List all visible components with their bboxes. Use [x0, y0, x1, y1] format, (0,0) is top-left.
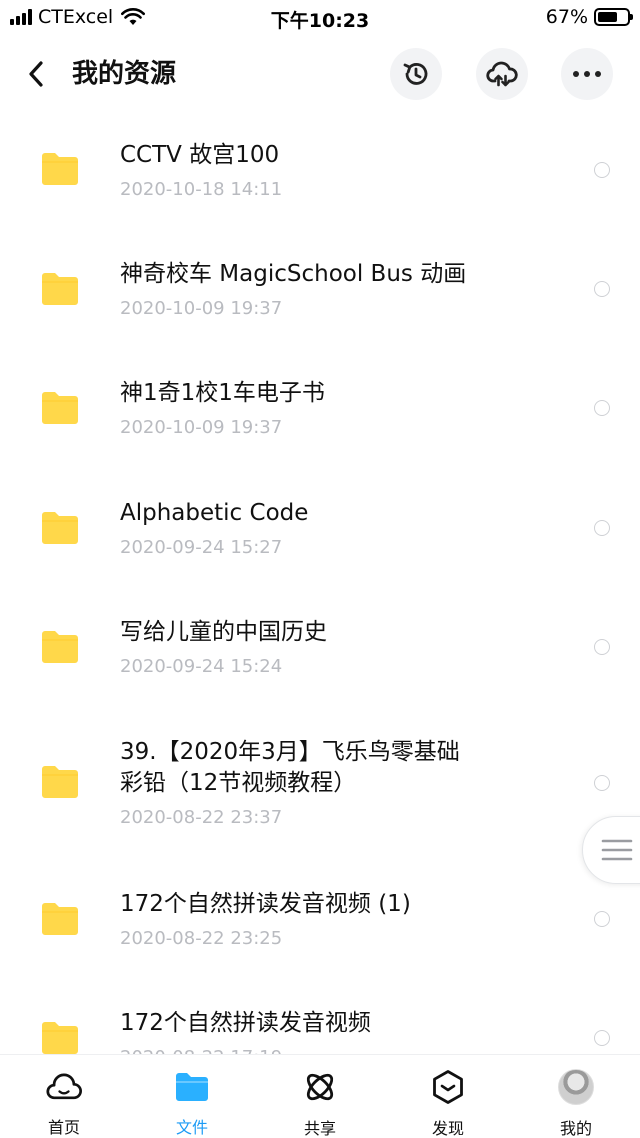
- select-checkbox[interactable]: [594, 911, 610, 927]
- tab-label: 文件: [175, 1118, 208, 1137]
- list-item[interactable]: 神1奇1校1车电子书 2020-10-09 19:37: [0, 351, 640, 469]
- file-date: 2020-09-24 15:27: [120, 537, 283, 558]
- cloud-home-icon: [46, 1069, 82, 1104]
- status-time: 下午10:23: [270, 10, 370, 32]
- avatar: [558, 1069, 594, 1105]
- battery-icon: [594, 8, 633, 26]
- page-title: 我的资源: [72, 59, 177, 89]
- select-checkbox[interactable]: [594, 162, 610, 178]
- more-button[interactable]: [561, 48, 613, 100]
- select-checkbox[interactable]: [594, 281, 610, 297]
- chevron-left-icon: [29, 61, 43, 87]
- file-date: 2020-09-24 15:24: [120, 656, 283, 677]
- folder-icon: [42, 512, 78, 544]
- cloud-upload-icon: [486, 61, 518, 87]
- folder-icon: [42, 273, 78, 305]
- avatar-image: [558, 1069, 594, 1105]
- tab-files[interactable]: 文件: [128, 1055, 256, 1138]
- more-icon: [573, 71, 601, 77]
- folder-icon: [42, 631, 78, 663]
- cloud-transfer-button[interactable]: [476, 48, 528, 100]
- history-button[interactable]: [390, 48, 442, 100]
- discover-icon: [430, 1069, 466, 1105]
- list-item[interactable]: 神奇校车 MagicSchool Bus 动画 2020-10-09 19:37: [0, 232, 640, 350]
- header: 我的资源: [0, 36, 640, 112]
- file-text: 39.【2020年3月】飞乐鸟零基础 彩铅（12节视频教程） 2020-08-2…: [120, 737, 540, 831]
- file-text: CCTV 故宫100 2020-10-18 14:11: [120, 140, 540, 203]
- folder-icon: [42, 392, 78, 424]
- tab-home[interactable]: 首页: [0, 1055, 128, 1138]
- list-item[interactable]: 172个自然拼读发音视频 2020-08-22 17:19: [0, 981, 640, 1054]
- file-name: 172个自然拼读发音视频 (1): [120, 891, 411, 917]
- select-checkbox[interactable]: [594, 400, 610, 416]
- folder-icon: [42, 903, 78, 935]
- status-bar: CTExcel 下午10:23 67%: [0, 0, 640, 36]
- file-date: 2020-08-22 23:25: [120, 928, 283, 949]
- list-item[interactable]: 39.【2020年3月】飞乐鸟零基础 彩铅（12节视频教程） 2020-08-2…: [0, 709, 640, 861]
- select-checkbox[interactable]: [594, 520, 610, 536]
- file-text: 神1奇1校1车电子书 2020-10-09 19:37: [120, 378, 540, 441]
- file-name: CCTV 故宫100: [120, 142, 280, 168]
- list-item[interactable]: 写给儿童的中国历史 2020-09-24 15:24: [0, 589, 640, 707]
- folder-icon: [42, 766, 78, 798]
- file-name: Alphabetic Code: [120, 500, 309, 526]
- list-item[interactable]: CCTV 故宫100 2020-10-18 14:11: [0, 112, 640, 230]
- file-list: CCTV 故宫100 2020-10-18 14:11 神奇校车 MagicSc…: [0, 112, 640, 1054]
- status-right: 67%: [545, 6, 633, 28]
- file-name: 39.【2020年3月】飞乐鸟零基础: [120, 739, 460, 765]
- history-icon: [403, 63, 428, 85]
- tab-label: 首页: [47, 1118, 80, 1137]
- tab-discover[interactable]: 发现: [384, 1055, 512, 1138]
- file-date: 2020-10-18 14:11: [120, 179, 283, 200]
- select-checkbox[interactable]: [594, 775, 610, 791]
- tab-label: 共享: [303, 1119, 336, 1138]
- folder-icon: [42, 153, 78, 185]
- file-text: 172个自然拼读发音视频 2020-08-22 17:19: [120, 1008, 540, 1054]
- tab-bar: 首页 文件 共享 发现 我的: [0, 1054, 640, 1138]
- tab-label: 我的: [559, 1119, 592, 1138]
- file-date: 2020-10-09 19:37: [120, 417, 283, 438]
- file-date: 2020-08-22 17:19: [120, 1045, 540, 1054]
- back-button[interactable]: [16, 54, 56, 94]
- folder-icon: [174, 1069, 210, 1104]
- list-item[interactable]: Alphabetic Code 2020-09-24 15:27: [0, 470, 640, 588]
- file-name: 神奇校车 MagicSchool Bus 动画: [120, 261, 467, 287]
- file-date: 2020-08-22 23:37: [120, 807, 283, 828]
- tab-me[interactable]: 我的: [512, 1055, 640, 1138]
- tab-label: 发现: [431, 1119, 464, 1138]
- file-name: 写给儿童的中国历史: [120, 619, 327, 645]
- battery-percent: 67%: [545, 6, 588, 28]
- file-name-line2: 彩铅（12节视频教程）: [120, 770, 357, 796]
- tab-share[interactable]: 共享: [256, 1055, 384, 1138]
- atom-icon: [302, 1069, 338, 1105]
- battery-fill: [598, 12, 617, 22]
- menu-lines-icon: [601, 839, 633, 861]
- folder-icon: [42, 1022, 78, 1054]
- select-checkbox[interactable]: [594, 639, 610, 655]
- list-item[interactable]: 172个自然拼读发音视频 (1) 2020-08-22 23:25: [0, 862, 640, 980]
- file-text: Alphabetic Code 2020-09-24 15:27: [120, 498, 540, 561]
- file-name: 神1奇1校1车电子书: [120, 380, 325, 406]
- file-text: 神奇校车 MagicSchool Bus 动画 2020-10-09 19:37: [120, 259, 540, 322]
- file-text: 172个自然拼读发音视频 (1) 2020-08-22 23:25: [120, 889, 540, 952]
- file-name: 172个自然拼读发音视频: [120, 1010, 371, 1036]
- file-text: 写给儿童的中国历史 2020-09-24 15:24: [120, 617, 540, 680]
- file-date: 2020-10-09 19:37: [120, 298, 283, 319]
- select-checkbox[interactable]: [594, 1030, 610, 1046]
